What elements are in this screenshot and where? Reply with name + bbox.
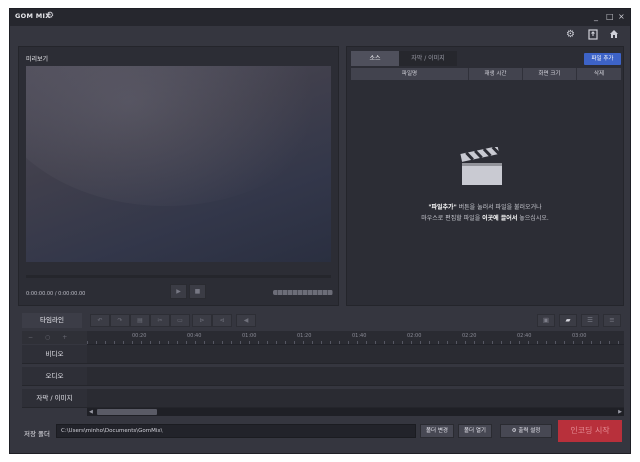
scissors-icon: ✂ xyxy=(157,317,163,324)
change-folder-button[interactable]: 폴더 변경 xyxy=(420,424,454,438)
save-folder-path[interactable]: C:\Users\minho\Documents\GomMix\ xyxy=(56,424,416,438)
app-window: GOM MIX ⚙ _ □ × ⚙ 미리보기 0:00:00.00 / 0:00… xyxy=(9,8,631,454)
scroll-left-icon[interactable]: ◀ xyxy=(89,408,93,416)
track-label-audio: 오디오 xyxy=(22,367,87,386)
column-filename[interactable]: 파일명 xyxy=(351,68,469,80)
play-button[interactable]: ▶ xyxy=(170,284,187,299)
save-project-button[interactable]: ▣ xyxy=(537,314,555,327)
minimize-button[interactable]: _ xyxy=(594,11,598,22)
track-lane-audio[interactable] xyxy=(87,367,624,386)
source-panel: 소스 자막 / 이미지 파일 추가 파일명 재생 시간 화면 크기 삭제 "파일… xyxy=(346,46,624,306)
split-icon: ⊳ xyxy=(199,317,205,324)
video-viewport[interactable] xyxy=(26,66,331,262)
timeline-tab[interactable]: 타임라인 xyxy=(22,313,82,328)
list-icon: ☰ xyxy=(587,316,593,324)
empty-message-line2: 마우스로 편집할 파일을 이곳에 끌어서 놓으십시오. xyxy=(421,215,549,222)
trash-icon: ▤ xyxy=(137,317,143,324)
preview-panel: 미리보기 0:00:00.00 / 0:00:00.00 ▶ ■ xyxy=(18,46,339,306)
tab-subtitle-image[interactable]: 자막 / 이미지 xyxy=(399,51,457,66)
text-edit-icon: ≡ xyxy=(609,316,615,324)
scroll-right-icon[interactable]: ▶ xyxy=(618,408,622,416)
gear-icon[interactable]: ⚙ xyxy=(566,29,575,41)
transition-button[interactable]: ⊲ xyxy=(212,314,232,327)
redo-button[interactable]: ↷ xyxy=(110,314,130,327)
column-duration[interactable]: 재생 시간 xyxy=(469,68,523,80)
output-settings-button[interactable]: ⚙ 출력 설정 xyxy=(500,424,552,438)
crop-button[interactable]: ▭ xyxy=(170,314,190,327)
timeline-scrollbar[interactable]: ◀ ▶ xyxy=(87,408,624,416)
file-list-header: 파일명 재생 시간 화면 크기 삭제 xyxy=(351,68,621,80)
title-bar[interactable]: GOM MIX ⚙ _ □ × xyxy=(10,9,630,26)
column-delete[interactable]: 삭제 xyxy=(577,68,621,80)
track-lane-video[interactable] xyxy=(87,345,624,364)
undo-button[interactable]: ↶ xyxy=(90,314,110,327)
speaker-icon: ◀ xyxy=(243,317,249,324)
tick-label: 00:40 xyxy=(187,333,202,339)
add-file-button[interactable]: 파일 추가 xyxy=(584,53,621,65)
delete-clip-button[interactable]: ▤ xyxy=(130,314,150,327)
folder-icon: ▰ xyxy=(565,316,571,324)
zoom-controls[interactable]: − ○ + xyxy=(22,331,87,344)
redo-icon: ↷ xyxy=(117,317,123,324)
maximize-button[interactable]: □ xyxy=(606,11,614,22)
start-encoding-button[interactable]: 인코딩 시작 xyxy=(558,420,622,442)
clapperboard-icon xyxy=(460,146,504,187)
preview-title: 미리보기 xyxy=(26,56,49,63)
tick-label: 01:40 xyxy=(352,333,367,339)
settings-gear-icon[interactable]: ⚙ xyxy=(46,11,54,22)
tick-label: 03:00 xyxy=(572,333,587,339)
tick-label: 01:00 xyxy=(242,333,257,339)
time-ruler[interactable]: 00:20 00:40 01:00 01:20 01:40 02:00 02:2… xyxy=(87,331,624,345)
volume-slider[interactable] xyxy=(273,290,333,295)
seek-bar[interactable] xyxy=(26,275,331,278)
track-label-video: 비디오 xyxy=(22,345,87,364)
undo-icon: ↶ xyxy=(97,317,103,324)
crop-icon: ▭ xyxy=(177,317,183,324)
track-label-subtitle: 자막 / 이미지 xyxy=(22,389,87,408)
mute-button[interactable]: ◀ xyxy=(236,314,256,327)
tick-label: 02:20 xyxy=(462,333,477,339)
open-folder-button[interactable]: ▰ xyxy=(559,314,577,327)
tick-label: 02:40 xyxy=(517,333,532,339)
project-list-button[interactable]: ☰ xyxy=(581,314,599,327)
home-icon[interactable] xyxy=(609,29,619,43)
timecode: 0:00:00.00 / 0:00:00.00 xyxy=(26,291,86,297)
track-lane-subtitle[interactable] xyxy=(87,389,624,408)
play-icon: ▶ xyxy=(176,288,181,295)
scrollbar-thumb[interactable] xyxy=(97,409,157,415)
tab-source[interactable]: 소스 xyxy=(351,51,399,66)
split-button[interactable]: ⊳ xyxy=(192,314,212,327)
tick-label: 02:00 xyxy=(407,333,422,339)
transition-icon: ⊲ xyxy=(219,317,225,324)
tick-label: 01:20 xyxy=(297,333,312,339)
tick-label: 00:20 xyxy=(132,333,147,339)
cut-button[interactable]: ✂ xyxy=(150,314,170,327)
close-button[interactable]: × xyxy=(618,11,625,22)
column-resolution[interactable]: 화면 크기 xyxy=(523,68,577,80)
save-folder-label: 저장 폴더 xyxy=(24,430,50,438)
stop-icon: ■ xyxy=(194,288,201,295)
open-folder-footer-button[interactable]: 폴더 열기 xyxy=(458,424,492,438)
save-icon: ▣ xyxy=(542,316,550,324)
edit-text-button[interactable]: ≡ xyxy=(603,314,621,327)
empty-message-line1: "파일추가" 버튼을 눌러서 파일을 불러오거나 xyxy=(428,204,542,211)
stop-button[interactable]: ■ xyxy=(189,284,206,299)
export-icon[interactable] xyxy=(588,29,598,44)
